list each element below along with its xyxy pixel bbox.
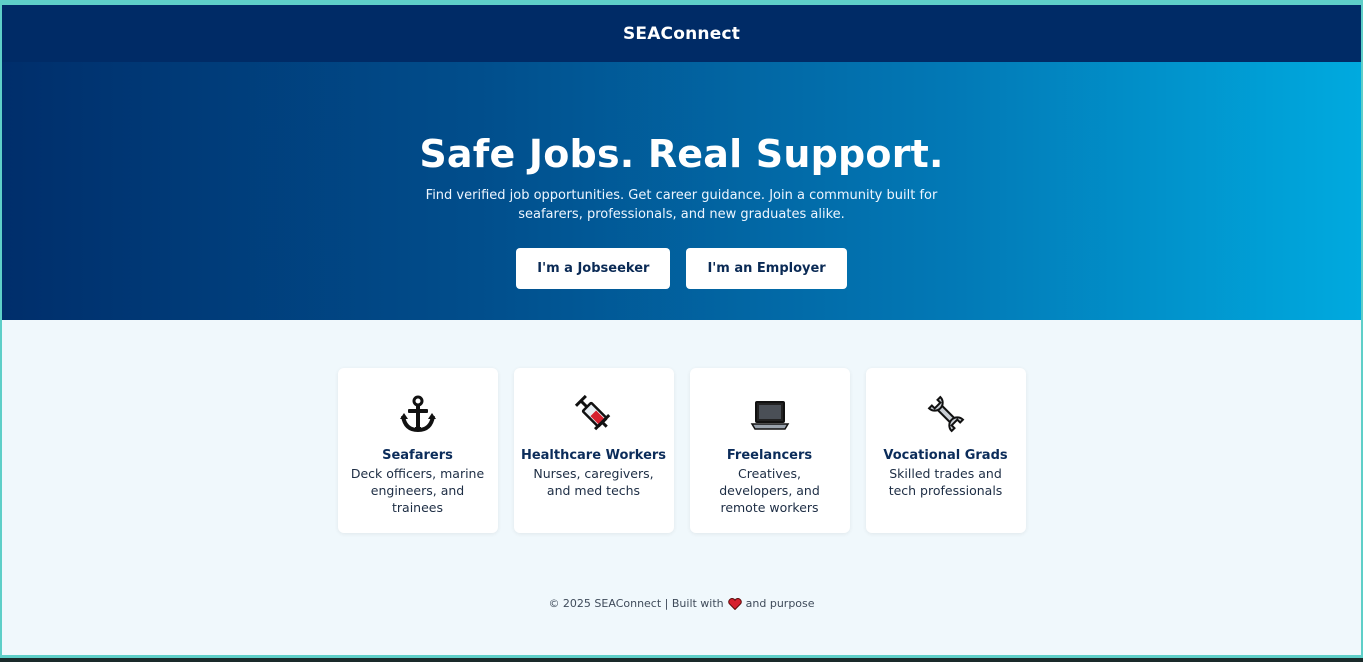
- footer-text-before: © 2025 SEAConnect | Built with: [548, 597, 724, 610]
- hero-section: Safe Jobs. Real Support. Find verified j…: [2, 62, 1361, 320]
- card-vocational-grads[interactable]: Vocational Grads Skilled trades and tech…: [865, 368, 1026, 533]
- card-description: Nurses, caregivers, and med techs: [533, 466, 654, 498]
- wrench-icon: [927, 395, 964, 433]
- card-description: Creatives, developers, and remote worker…: [719, 466, 820, 515]
- card-seafarers[interactable]: Seafarers Deck officers, marine engineer…: [337, 368, 498, 533]
- card-description: Skilled trades and tech professionals: [888, 466, 1003, 498]
- hero-title: Safe Jobs. Real Support.: [419, 132, 944, 176]
- top-bar: SEAConnect: [2, 5, 1361, 62]
- footer: © 2025 SEAConnect | Built with and purpo…: [2, 597, 1361, 610]
- jobseeker-button[interactable]: I'm a Jobseeker: [516, 248, 671, 289]
- brand-logo[interactable]: SEAConnect: [623, 24, 740, 44]
- footer-text-after: and purpose: [745, 597, 815, 610]
- card-title: Healthcare Workers: [520, 448, 667, 463]
- cta-buttons: I'm a Jobseeker I'm an Employer: [2, 248, 1361, 289]
- hero-subtitle: Find verified job opportunities. Get car…: [425, 188, 938, 222]
- card-title: Seafarers: [382, 448, 453, 463]
- category-cards: Seafarers Deck officers, marine engineer…: [2, 368, 1361, 533]
- syringe-icon: [574, 394, 610, 431]
- anchor-icon: [399, 395, 436, 433]
- card-title: Freelancers: [726, 448, 813, 463]
- card-title: Vocational Grads: [883, 448, 1008, 463]
- card-freelancers[interactable]: Freelancers Creatives, developers, and r…: [689, 368, 850, 533]
- heart-icon: [727, 597, 742, 610]
- card-description: Deck officers, marine engineers, and tra…: [350, 466, 485, 515]
- os-taskbar-edge: [0, 658, 1363, 662]
- employer-button[interactable]: I'm an Employer: [686, 248, 847, 289]
- app-window: SEAConnect Safe Jobs. Real Support. Find…: [2, 5, 1361, 655]
- laptop-icon: [750, 401, 789, 430]
- card-healthcare-workers[interactable]: Healthcare Workers Nurses, caregivers, a…: [513, 368, 674, 533]
